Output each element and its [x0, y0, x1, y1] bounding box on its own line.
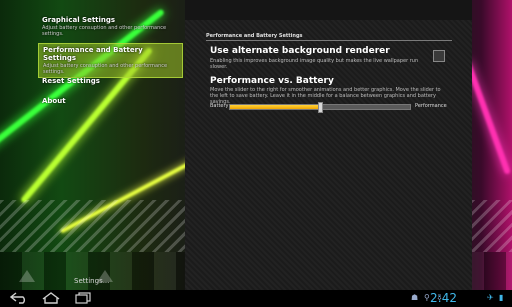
preference-title: Use alternate background renderer: [210, 46, 390, 56]
panel-top-bar: [185, 0, 472, 20]
sidebar-item-about[interactable]: About: [38, 95, 183, 107]
sidebar-item-subtitle: Adjust battery consuption and other perf…: [42, 25, 167, 37]
performance-slider-row: Battery Performance: [210, 101, 450, 113]
alternate-background-checkbox[interactable]: [433, 50, 445, 62]
usb-icon: ⚲: [424, 293, 430, 302]
airplane-mode-icon: ✈: [487, 293, 494, 302]
slider-left-label: Battery: [210, 103, 229, 109]
preferences-panel: Performance and Battery Settings Use alt…: [185, 0, 472, 290]
android-icon: ☗: [411, 293, 419, 302]
settings-footer-label: Settings...: [74, 277, 110, 285]
sidebar-item-title: Graphical Settings: [42, 16, 116, 24]
sidebar-item-performance-battery[interactable]: Performance and Battery Settings Adjust …: [38, 43, 183, 78]
preference-title: Performance vs. Battery: [210, 76, 334, 86]
system-navigation-bar: ☗ ⚲ ⇩ 2:42 ✈ ▮: [0, 290, 512, 307]
preference-summary: Enabling this improves background image …: [210, 58, 419, 70]
up-arrow-icon: [19, 270, 35, 282]
battery-icon: ▮: [499, 293, 504, 302]
panel-section-header: Performance and Battery Settings: [206, 33, 303, 39]
clock: 2:42: [430, 291, 457, 305]
back-icon[interactable]: [9, 292, 28, 307]
performance-slider[interactable]: [229, 102, 411, 113]
recents-icon[interactable]: [74, 292, 92, 307]
sidebar-item-subtitle: Adjust battery consuption and other perf…: [43, 63, 168, 75]
sidebar-item-reset-settings[interactable]: Reset Settings: [38, 75, 183, 87]
slider-fill: [230, 105, 320, 109]
sidebar-item-graphical-settings[interactable]: Graphical Settings Adjust battery consup…: [38, 14, 183, 39]
slider-right-label: Performance: [415, 103, 447, 109]
slider-thumb[interactable]: [318, 102, 323, 113]
sidebar-item-title: Performance and Battery Settings: [43, 46, 143, 62]
settings-sidebar: Graphical Settings Adjust battery consup…: [38, 0, 188, 290]
sidebar-item-title: About: [42, 97, 66, 105]
home-icon[interactable]: [42, 292, 60, 307]
sidebar-item-title: Reset Settings: [42, 77, 100, 85]
section-divider: [206, 40, 452, 41]
